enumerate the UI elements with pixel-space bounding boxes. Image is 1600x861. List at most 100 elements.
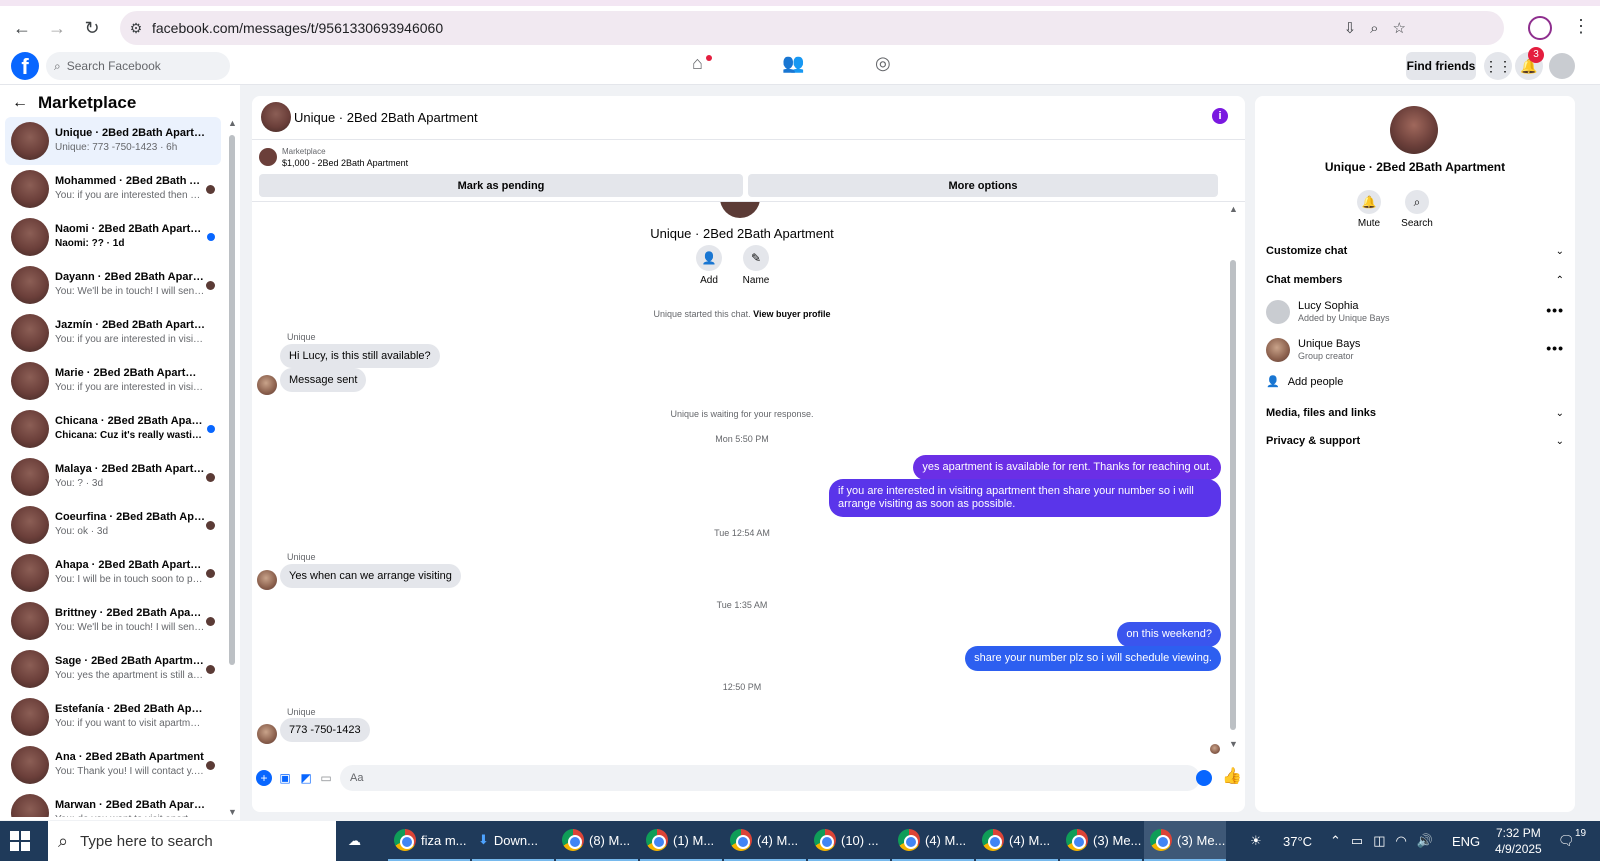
install-icon[interactable]: ⇩ — [1344, 19, 1357, 37]
listing-price[interactable]: $1,000 - 2Bed 2Bath Apartment — [282, 158, 408, 168]
conversation-item[interactable]: Malaya · 2Bed 2Bath Apartm... You: ? · 3d — [5, 453, 221, 501]
more-options-icon[interactable]: ••• — [1546, 302, 1564, 318]
sender-avatar[interactable] — [257, 570, 277, 590]
notification-center-icon[interactable]: 🗨 — [1558, 821, 1575, 861]
incoming-message[interactable]: 773 -750-1423 — [280, 718, 370, 742]
temperature[interactable]: 37°C — [1283, 821, 1312, 861]
view-buyer-profile-link[interactable]: View buyer profile — [753, 309, 830, 319]
member-avatar[interactable] — [1266, 338, 1290, 362]
member-row[interactable]: Lucy Sophia Added by Unique Bays ••• — [1266, 298, 1564, 328]
outgoing-message[interactable]: share your number plz so i will schedule… — [965, 646, 1221, 671]
back-arrow-icon[interactable]: ← — [12, 94, 28, 112]
photo-icon[interactable]: ▣ — [277, 770, 293, 786]
taskbar-search[interactable]: ⌕ Type here to search — [48, 821, 336, 861]
conversation-item[interactable]: Ana · 2Bed 2Bath Apartment You: Thank you… — [5, 741, 221, 789]
address-bar[interactable]: ⚙ facebook.com/messages/t/95613306939460… — [120, 11, 1504, 45]
conversation-scrollbar[interactable] — [229, 121, 235, 801]
info-icon[interactable]: i — [1212, 108, 1228, 124]
member-avatar[interactable] — [1266, 300, 1290, 324]
friends-icon[interactable]: 👥 — [782, 53, 804, 74]
chat-scroll-down-icon[interactable]: ▼ — [1229, 739, 1238, 749]
system-tray[interactable]: ⌃ ▭ ◫ ◠ 🔊 — [1330, 821, 1433, 861]
outgoing-message[interactable]: on this weekend? — [1117, 622, 1221, 647]
conversation-item[interactable]: Naomi · 2Bed 2Bath Apartment Naomi: ?? · … — [5, 213, 221, 261]
conversation-item[interactable]: Dayann · 2Bed 2Bath Apartm... You: We'll … — [5, 261, 221, 309]
conversation-item[interactable]: Brittney · 2Bed 2Bath Apart... You: We'll… — [5, 597, 221, 645]
thumbs-up-icon[interactable]: 👍 — [1222, 766, 1242, 786]
message-input[interactable]: Aa — [340, 765, 1200, 791]
outgoing-message[interactable]: if you are interested in visiting apartm… — [829, 479, 1221, 517]
wifi-icon[interactable]: ◠ — [1396, 833, 1407, 849]
sender-avatar[interactable] — [257, 375, 277, 395]
more-options-button[interactable]: More options — [748, 174, 1218, 197]
conversation-item[interactable]: Ahapa · 2Bed 2Bath Apartme... You: I will… — [5, 549, 221, 597]
incoming-message[interactable]: Hi Lucy, is this still available? — [280, 344, 440, 368]
conversation-item[interactable]: Marwan · 2Bed 2Bath Apartment You: do you… — [5, 789, 221, 817]
forward-icon[interactable]: → — [43, 14, 71, 42]
account-avatar[interactable] — [1549, 53, 1575, 79]
chevron-up-icon[interactable]: ⌃ — [1330, 833, 1341, 849]
conversation-item[interactable]: Marie · 2Bed 2Bath Apartment You: if you … — [5, 357, 221, 405]
conversation-item[interactable]: Sage · 2Bed 2Bath Apartment You: yes the … — [5, 645, 221, 693]
member-row[interactable]: Unique Bays Group creator ••• — [1266, 336, 1564, 366]
mute-action[interactable]: 🔔 Mute — [1349, 190, 1389, 229]
conversation-item[interactable]: Chicana · 2Bed 2Bath Apartm... Chicana: C… — [5, 405, 221, 453]
taskbar-app[interactable]: (8) M... — [556, 821, 638, 861]
conversation-item[interactable]: Jazmín · 2Bed 2Bath Apartment You: if you… — [5, 309, 221, 357]
menu-grid-icon[interactable]: ⋮⋮ — [1484, 52, 1512, 80]
volume-icon[interactable]: 🔊 — [1417, 833, 1433, 849]
language-indicator[interactable]: ENG — [1452, 821, 1480, 861]
name-action[interactable]: ✎ Name — [736, 245, 776, 286]
plus-icon[interactable]: + — [256, 770, 272, 786]
scroll-down-icon[interactable]: ▼ — [228, 807, 237, 817]
taskbar-app[interactable]: (4) M... — [724, 821, 806, 861]
search-action[interactable]: ⌕ Search — [1397, 190, 1437, 229]
facebook-search[interactable]: ⌕ Search Facebook — [46, 52, 230, 80]
more-options-icon[interactable]: ••• — [1546, 340, 1564, 356]
taskbar-app[interactable]: (4) M... — [892, 821, 974, 861]
clock[interactable]: 7:32 PM 4/9/2025 — [1495, 821, 1542, 861]
taskbar-app[interactable]: (4) M... — [976, 821, 1058, 861]
zoom-icon[interactable]: ⌕ — [1370, 20, 1378, 37]
mark-as-pending-button[interactable]: Mark as pending — [259, 174, 743, 197]
browser-menu-icon[interactable]: ⋮ — [1572, 16, 1590, 37]
bookmark-star-icon[interactable]: ☆ — [1393, 19, 1406, 37]
privacy-support-row[interactable]: Privacy & support ⌄ — [1266, 431, 1564, 451]
taskbar-app[interactable]: (3) Me... — [1144, 821, 1226, 861]
taskbar-app[interactable]: (10) ... — [808, 821, 890, 861]
add-people-button[interactable]: 👤 Add people — [1266, 375, 1343, 389]
media-files-row[interactable]: Media, files and links ⌄ — [1266, 403, 1564, 423]
chat-members-row[interactable]: Chat members ⌃ — [1266, 270, 1564, 290]
incoming-message[interactable]: Message sent — [280, 368, 367, 392]
conversation-item[interactable]: Coeurfina · 2Bed 2Bath Apar... You: ok · … — [5, 501, 221, 549]
battery-icon[interactable]: ▭ — [1351, 833, 1363, 849]
gif-icon[interactable]: ▭ — [318, 770, 334, 786]
incoming-message[interactable]: Yes when can we arrange visiting — [280, 564, 461, 588]
find-friends-button[interactable]: Find friends — [1406, 52, 1476, 80]
add-action[interactable]: 👤 Add — [689, 245, 729, 286]
home-icon[interactable]: ⌂ — [692, 53, 703, 74]
outgoing-message[interactable]: yes apartment is available for rent. Tha… — [913, 455, 1221, 480]
conversation-item[interactable]: Estefanía · 2Bed 2Bath Apartm... You: if … — [5, 693, 221, 741]
listing-thumbnail[interactable] — [259, 148, 277, 166]
site-settings-icon[interactable]: ⚙ — [120, 20, 152, 37]
browser-profile-icon[interactable] — [1528, 16, 1552, 40]
chat-title[interactable]: Unique · 2Bed 2Bath Apartment — [294, 110, 478, 125]
emoji-icon[interactable] — [1196, 770, 1212, 786]
facebook-logo-icon[interactable]: f — [11, 52, 39, 80]
chat-avatar[interactable] — [261, 102, 291, 132]
taskbar-app[interactable]: (3) Me... — [1060, 821, 1142, 861]
taskbar-app[interactable]: ⬇ Down... — [472, 821, 554, 861]
conversation-item[interactable]: Unique · 2Bed 2Bath Apartment Unique: 773… — [5, 117, 221, 165]
reload-icon[interactable]: ↻ — [78, 14, 106, 42]
chat-scrollbar[interactable] — [1230, 206, 1236, 751]
windows-start-icon[interactable] — [10, 831, 30, 851]
taskbar-app[interactable]: (1) M... — [640, 821, 722, 861]
info-avatar[interactable] — [1390, 106, 1438, 154]
groups-icon[interactable]: ◎ — [875, 53, 891, 74]
url-text[interactable]: facebook.com/messages/t/9561330693946060 — [152, 20, 443, 36]
meet-icon[interactable]: ◫ — [1373, 833, 1385, 849]
conversation-item[interactable]: Mohammed · 2Bed 2Bath Ap... You: if you a… — [5, 165, 221, 213]
sender-avatar[interactable] — [257, 724, 277, 744]
taskbar-app[interactable]: fiza m... — [388, 821, 470, 861]
